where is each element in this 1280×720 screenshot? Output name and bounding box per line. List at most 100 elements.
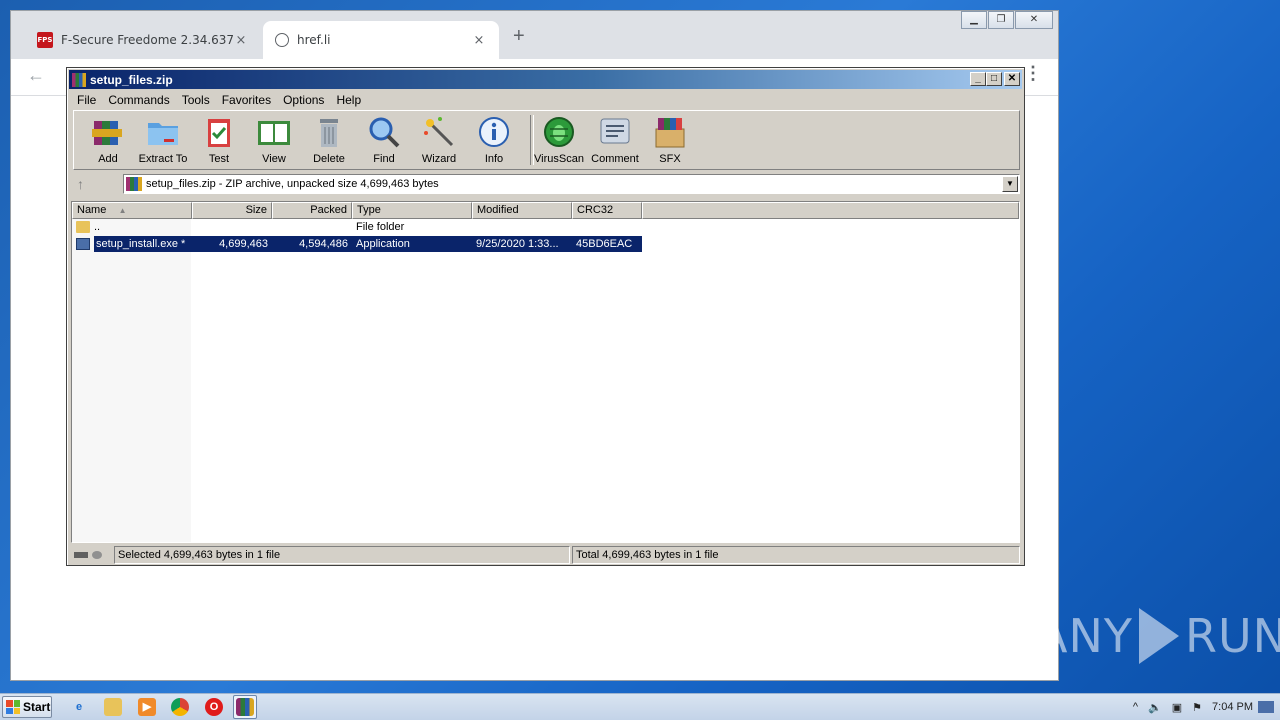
winrar-archive-icon bbox=[126, 177, 142, 191]
kebab-menu-icon[interactable]: ⋮ bbox=[1024, 63, 1042, 84]
menu-help[interactable]: Help bbox=[330, 93, 367, 107]
archive-path-combo[interactable]: setup_files.zip - ZIP archive, unpacked … bbox=[123, 174, 1020, 194]
sfx-button[interactable]: SFX bbox=[642, 115, 698, 169]
clock[interactable]: 7:04 PM bbox=[1212, 701, 1253, 713]
books-stack-icon bbox=[91, 115, 125, 149]
delete-button[interactable]: Delete bbox=[301, 115, 357, 169]
column-header-name[interactable]: Name ▲ bbox=[72, 202, 192, 219]
menu-commands[interactable]: Commands bbox=[102, 93, 175, 107]
comment-button[interactable]: Comment bbox=[587, 115, 643, 169]
test-label: Test bbox=[208, 153, 230, 165]
delete-label: Delete bbox=[313, 153, 345, 165]
extract-to-button[interactable]: Extract To bbox=[135, 115, 191, 169]
status-total: Total 4,699,463 bytes in 1 file bbox=[572, 546, 1020, 564]
show-desktop-button[interactable] bbox=[1258, 701, 1274, 713]
drive-icon[interactable] bbox=[71, 546, 114, 564]
folder-icon bbox=[76, 221, 90, 233]
file-modified: 9/25/2020 1:33... bbox=[472, 236, 572, 252]
file-packed: 4,594,486 bbox=[272, 236, 352, 252]
column-header-packed[interactable]: Packed bbox=[272, 202, 352, 219]
new-tab-button[interactable]: + bbox=[513, 25, 525, 48]
winrar-window: setup_files.zip _ □ ✕ File Commands Tool… bbox=[66, 67, 1025, 566]
tab-href-li[interactable]: href.li × bbox=[263, 21, 499, 59]
chrome-icon[interactable] bbox=[171, 698, 189, 716]
sfx-label: SFX bbox=[659, 153, 681, 165]
anyrun-watermark: ANY RUN bbox=[1036, 608, 1280, 664]
menu-options[interactable]: Options bbox=[277, 93, 330, 107]
virusscan-button[interactable]: VirusScan bbox=[531, 115, 587, 169]
menu-bar: File Commands Tools Favorites Options He… bbox=[71, 90, 367, 109]
sort-ascending-icon: ▲ bbox=[118, 206, 127, 215]
minimize-button[interactable]: _ bbox=[970, 72, 986, 86]
add-label: Add bbox=[98, 153, 118, 165]
file-modified bbox=[472, 219, 572, 235]
table-row[interactable]: .. File folder bbox=[72, 219, 642, 235]
file-list[interactable]: Name ▲ Size Packed Type Modified CRC32 .… bbox=[71, 201, 1020, 543]
add-button[interactable]: Add bbox=[80, 115, 136, 169]
tray-expand-icon[interactable]: ^ bbox=[1133, 701, 1138, 713]
internet-explorer-icon[interactable]: e bbox=[70, 698, 88, 716]
maximize-button[interactable]: □ bbox=[986, 72, 1002, 86]
file-size: 4,699,463 bbox=[192, 236, 272, 252]
menu-tools[interactable]: Tools bbox=[176, 93, 216, 107]
file-packed bbox=[272, 219, 352, 235]
status-selected: Selected 4,699,463 bytes in 1 file bbox=[114, 546, 570, 564]
info-button[interactable]: Info bbox=[466, 115, 522, 169]
column-header-row: Name ▲ Size Packed Type Modified CRC32 bbox=[72, 202, 1019, 219]
column-header-crc32[interactable]: CRC32 bbox=[572, 202, 642, 219]
trash-can-icon bbox=[312, 115, 346, 149]
tab-title: href.li bbox=[297, 33, 331, 47]
table-row-selected[interactable]: setup_install.exe * 4,699,463 4,594,486 … bbox=[72, 236, 642, 252]
start-label: Start bbox=[23, 700, 51, 714]
menu-favorites[interactable]: Favorites bbox=[216, 93, 277, 107]
file-crc: 45BD6EAC bbox=[572, 236, 642, 252]
menu-file[interactable]: File bbox=[71, 93, 102, 107]
file-size bbox=[192, 219, 272, 235]
opera-icon[interactable]: O bbox=[205, 698, 223, 716]
folder-extract-icon bbox=[146, 115, 180, 149]
info-icon bbox=[477, 115, 511, 149]
column-header-modified[interactable]: Modified bbox=[472, 202, 572, 219]
wizard-button[interactable]: Wizard bbox=[411, 115, 467, 169]
network-icon[interactable]: ▣ bbox=[1172, 701, 1182, 714]
globe-icon bbox=[275, 33, 289, 47]
action-center-flag-icon[interactable]: ⚑ bbox=[1192, 701, 1202, 714]
comment-label: Comment bbox=[591, 153, 639, 165]
speaker-icon[interactable]: 🔈 bbox=[1148, 701, 1162, 714]
back-arrow-icon[interactable]: ← bbox=[27, 65, 45, 86]
sfx-box-icon bbox=[653, 115, 687, 149]
tab-title: F-Secure Freedome 2.34.6377.0 Wi bbox=[61, 33, 233, 47]
tab-close-icon[interactable]: × bbox=[471, 33, 487, 48]
file-type: File folder bbox=[356, 221, 405, 233]
file-name: .. bbox=[94, 221, 101, 233]
taskbar: Start e ▶ O ^ 🔈 ▣ ⚑ 7:04 PM bbox=[0, 693, 1280, 720]
close-button[interactable]: ✕ bbox=[1004, 72, 1020, 86]
open-book-icon bbox=[257, 115, 291, 149]
system-tray: ^ 🔈 ▣ ⚑ 7:04 PM bbox=[1128, 694, 1280, 720]
column-header-size[interactable]: Size bbox=[192, 202, 272, 219]
winrar-titlebar[interactable]: setup_files.zip _ □ ✕ bbox=[69, 70, 1022, 89]
file-type: Application bbox=[352, 236, 472, 252]
media-player-icon[interactable]: ▶ bbox=[138, 698, 156, 716]
tab-fsecure[interactable]: FPS F-Secure Freedome 2.34.6377.0 Wi × bbox=[25, 21, 261, 59]
chevron-down-icon[interactable]: ▼ bbox=[1002, 176, 1018, 192]
file-name: setup_install.exe * bbox=[94, 236, 192, 252]
application-icon bbox=[76, 238, 90, 250]
test-button[interactable]: Test bbox=[191, 115, 247, 169]
comment-note-icon bbox=[598, 115, 632, 149]
archive-path-text: setup_files.zip - ZIP archive, unpacked … bbox=[146, 178, 439, 190]
winrar-icon bbox=[72, 72, 86, 87]
explorer-folder-icon[interactable] bbox=[104, 698, 122, 716]
winrar-icon[interactable] bbox=[236, 698, 254, 716]
window-title: setup_files.zip bbox=[90, 72, 173, 87]
up-folder-button[interactable]: ↑ bbox=[77, 176, 84, 192]
view-label: View bbox=[262, 153, 286, 165]
column-header-type[interactable]: Type bbox=[352, 202, 472, 219]
view-button[interactable]: View bbox=[246, 115, 302, 169]
find-button[interactable]: Find bbox=[356, 115, 412, 169]
virus-bug-icon bbox=[542, 115, 576, 149]
info-label: Info bbox=[484, 153, 504, 165]
start-button[interactable]: Start bbox=[2, 696, 52, 718]
tab-close-icon[interactable]: × bbox=[233, 33, 249, 48]
fsecure-icon: FPS bbox=[37, 32, 53, 48]
